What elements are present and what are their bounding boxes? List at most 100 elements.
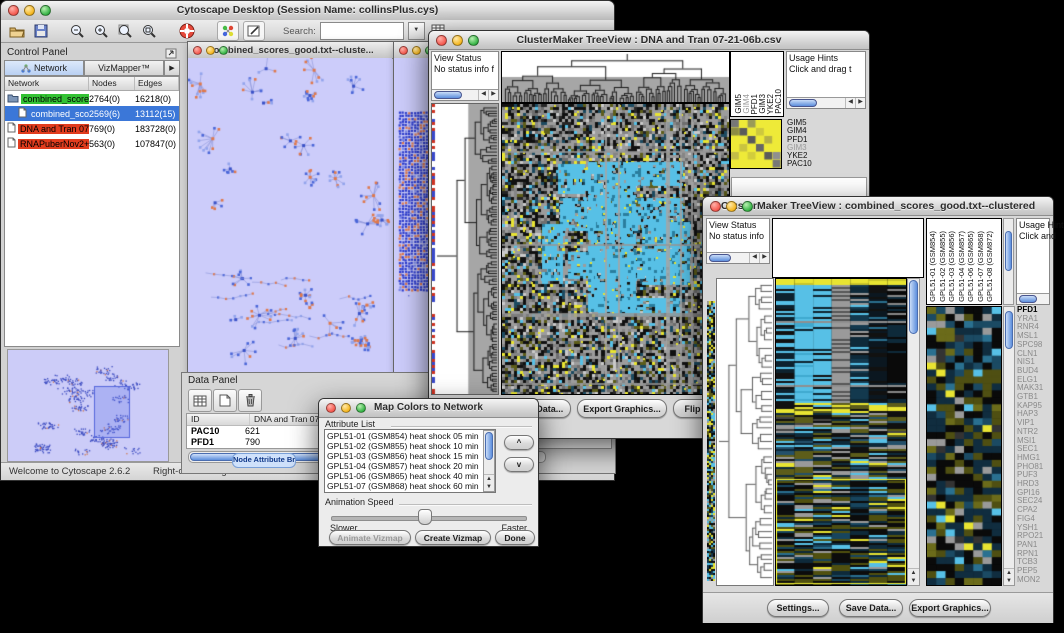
close-button[interactable] [8,5,19,16]
network-overview-panel[interactable] [7,349,169,462]
search-input[interactable] [320,22,404,40]
network-view-titlebar[interactable]: combined_scores_good.txt--cluste... [188,42,394,59]
close-button[interactable] [326,403,336,413]
main-titlebar[interactable]: Cytoscape Desktop (Session Name: collins… [1,1,614,21]
file-icon [18,107,27,120]
tv1-zoom-heatmap[interactable] [730,119,782,169]
network-canvas[interactable] [188,58,392,370]
new-attribute-icon[interactable] [213,389,237,412]
col-nodes[interactable]: Nodes [89,77,135,90]
tv1-column-dendrogram[interactable] [501,51,730,103]
tv2-save-data-button[interactable]: Save Data... [839,599,903,617]
tv2-gene-label[interactable]: MON2 [1017,576,1051,585]
create-vizmap-button[interactable]: Create Vizmap [415,530,491,545]
tv2-hints-scrollbar[interactable] [1017,293,1049,304]
attribute-item[interactable]: GPL51-06 (GSM865) heat shock 40 min [325,471,495,481]
tv2-usage-hints-heading: Usage Hints [1017,219,1049,230]
tab-vizmapper[interactable]: VizMapper™ [84,60,164,76]
tv1-export-graphics-button[interactable]: Export Graphics... [577,399,667,418]
close-button[interactable] [436,35,447,46]
tab-overflow-arrow[interactable]: ▶ [164,60,180,76]
tv1-usage-hints-text: Click and drag t [787,63,865,74]
zoom-button[interactable] [468,35,479,46]
vizmapper-nodes-icon[interactable] [217,21,239,41]
node-attribute-browser-tab[interactable]: Node Attribute Brows... [232,453,296,468]
data-panel-title: Data Panel [188,375,237,386]
network-nodes: 769(0) [89,124,135,134]
tv1-global-heatmap[interactable] [501,103,730,395]
col-edges[interactable]: Edges [135,77,179,90]
move-down-button[interactable]: v [504,457,534,472]
tv2-heatmap-vscrollbar[interactable]: ▲▼ [907,278,920,586]
tv2-export-graphics-button[interactable]: Export Graphics... [909,599,991,617]
tv2-global-heatmap[interactable] [775,278,907,586]
network-row[interactable]: combined_scores2764(0)16218(0) [5,91,179,106]
attribute-list-scrollbar[interactable]: ▲▼ [483,430,495,492]
zoom-actual-icon[interactable] [139,22,159,40]
delete-attribute-trash-icon[interactable] [238,389,262,412]
minimize-button[interactable] [412,46,421,55]
network-list-header[interactable]: Network Nodes Edges [5,77,179,91]
minimize-button[interactable] [206,46,215,55]
map-colors-dialog: Map Colors to Network Attribute List GPL… [318,398,539,547]
tv2-zoom-heatmap[interactable] [926,306,1002,586]
zoom-button[interactable] [356,403,366,413]
zoom-button[interactable] [742,201,753,212]
close-button[interactable] [710,201,721,212]
col-network[interactable]: Network [5,77,89,90]
tv1-view-status-heading: View Status [432,52,498,63]
network-view-window: combined_scores_good.txt--cluste... [187,41,395,373]
tv2-genelist-scrollbar[interactable]: ▲▼ [1003,306,1015,586]
attribute-item[interactable]: GPL51-03 (GSM856) heat shock 15 min [325,451,495,461]
close-button[interactable] [193,46,202,55]
tv2-row-dendrogram[interactable] [716,278,774,586]
table-mode-icon[interactable] [188,389,212,412]
tv1-zoom-row-labels: GIM5GIM4PFD1GIM3YKE2PAC10 [787,119,827,175]
move-up-button[interactable]: ^ [504,435,534,450]
col-id[interactable]: ID [187,414,250,425]
dialog-titlebar[interactable]: Map Colors to Network [319,399,538,418]
tv1-hints-scrollbar[interactable]: ◀▶ [787,97,865,108]
tv2-collabel-scrollbar[interactable] [1003,218,1014,305]
help-lifering-icon[interactable] [177,22,197,40]
animation-speed-slider-thumb[interactable] [418,509,432,525]
network-row[interactable]: combined_sco2569(6)13112(15) [5,106,179,121]
network-row[interactable]: DNA and Tran 07769(0)183728(0) [5,121,179,136]
window-controls[interactable] [8,5,51,16]
zoom-button[interactable] [40,5,51,16]
attribute-listbox[interactable]: GPL51-01 (GSM854) heat shock 05 minGPL51… [324,429,496,493]
tab-network[interactable]: Network [4,60,84,76]
zoom-out-icon[interactable] [67,22,87,40]
attribute-item[interactable]: GPL51-07 (GSM868) heat shock 60 min [325,481,495,491]
minimize-button[interactable] [452,35,463,46]
network-edges: 16218(0) [135,94,179,104]
minimize-button[interactable] [24,5,35,16]
zoom-in-icon[interactable] [91,22,111,40]
minimize-button[interactable] [726,201,737,212]
tv2-settings-button[interactable]: Settings... [767,599,829,617]
zoom-button[interactable] [219,46,228,55]
zoom-fit-icon[interactable] [115,22,135,40]
tv2-column-dendrogram-area[interactable] [772,218,924,278]
tv1-status-scrollbar[interactable]: ◀▶ [432,89,498,100]
attribute-item[interactable]: GPL51-01 (GSM854) heat shock 05 min [325,431,495,441]
search-dropdown-arrow[interactable]: ▼ [408,22,425,40]
tv2-zoom-column-labels: GPL51-01 (GSM854)GPL51-02 (GSM855)GPL51-… [926,218,1002,305]
treeview2-titlebar[interactable]: ClusterMaker TreeView : combined_scores_… [703,197,1053,216]
open-file-icon[interactable] [7,22,27,40]
done-button[interactable]: Done [495,530,535,545]
tv2-column-label: GPL51-07 (GSM868) [977,231,985,302]
close-button[interactable] [399,46,408,55]
network-row[interactable]: RNAPuberNov2+563(0)107847(0) [5,136,179,151]
minimize-button[interactable] [341,403,351,413]
attribute-item[interactable]: GPL51-04 (GSM857) heat shock 20 min [325,461,495,471]
tv2-column-label: GPL51-03 (GSM856) [948,231,956,302]
tv2-status-scrollbar[interactable]: ◀▶ [707,252,769,263]
treeview1-titlebar[interactable]: ClusterMaker TreeView : DNA and Tran 07-… [429,31,869,50]
tv2-view-status-panel: View Status No status info ◀▶ [706,218,770,264]
save-icon[interactable] [31,22,51,40]
annotation-icon[interactable] [243,21,265,41]
attribute-item[interactable]: GPL51-02 (GSM855) heat shock 10 min [325,441,495,451]
tv1-row-dendrogram[interactable] [431,103,499,395]
animate-vizmap-button[interactable]: Animate Vizmap [329,530,411,545]
